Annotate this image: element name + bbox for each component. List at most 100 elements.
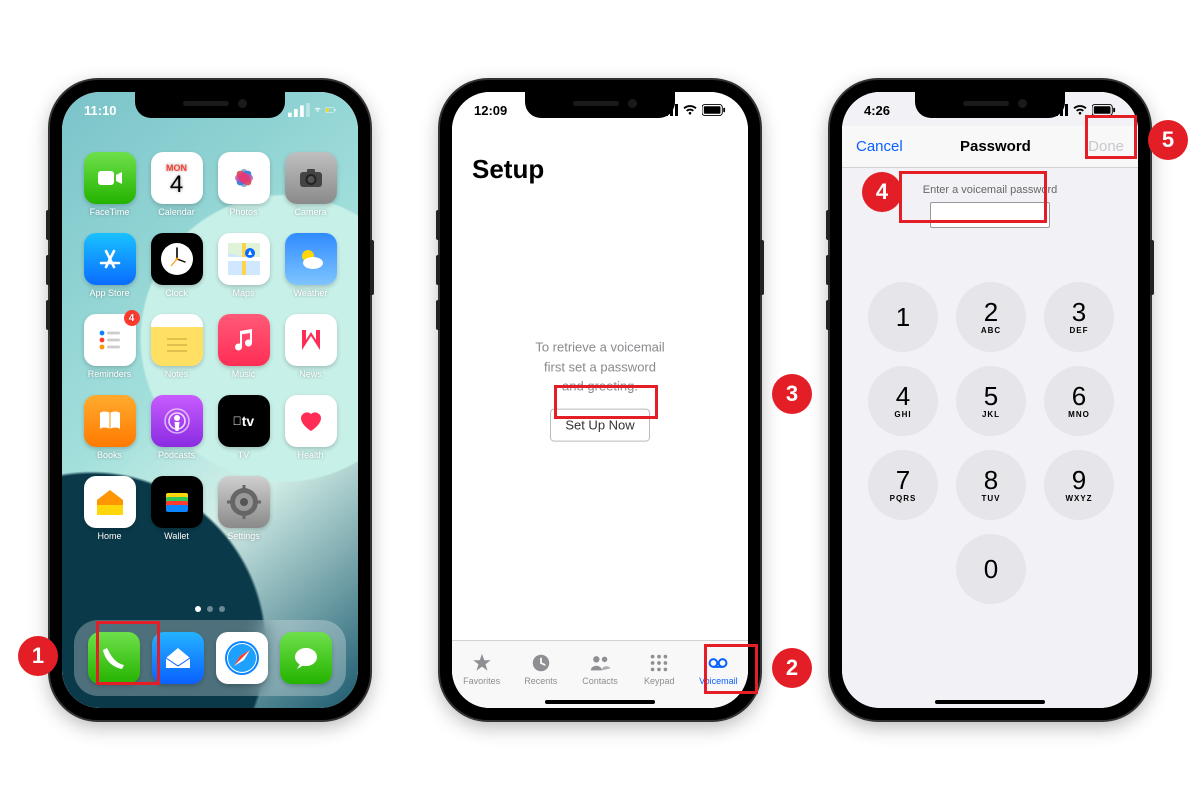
- done-button[interactable]: Done: [1088, 138, 1124, 155]
- app-label: News: [299, 369, 322, 379]
- phone-1-frame: 11:10 FaceTime MON4Calendar Photos Camer…: [50, 80, 370, 720]
- key-3[interactable]: 3DEF: [1044, 282, 1114, 352]
- home-indicator[interactable]: [935, 700, 1045, 704]
- tab-label: Keypad: [644, 676, 675, 686]
- cancel-button[interactable]: Cancel: [856, 138, 903, 155]
- reminders-icon: 4: [84, 314, 136, 366]
- podcasts-icon: [151, 395, 203, 447]
- dock: [74, 620, 346, 696]
- app-facetime[interactable]: FaceTime: [80, 152, 139, 217]
- app-settings[interactable]: Settings: [214, 476, 273, 541]
- tutorial-container: 11:10 FaceTime MON4Calendar Photos Camer…: [0, 0, 1200, 800]
- phone-2-screen: 12:09 Setup To retrieve a voicemail firs…: [452, 92, 748, 708]
- home-app-grid: FaceTime MON4Calendar Photos Camera App …: [62, 152, 358, 541]
- app-tv[interactable]: tvTV: [214, 395, 273, 460]
- battery-icon: [325, 104, 336, 116]
- app-label: Clock: [165, 288, 188, 298]
- dock-safari[interactable]: [216, 632, 268, 684]
- key-empty: [1044, 534, 1114, 604]
- app-label: Maps: [232, 288, 254, 298]
- tab-favorites[interactable]: Favorites: [452, 641, 511, 696]
- app-label: Health: [297, 450, 323, 460]
- app-health[interactable]: Health: [281, 395, 340, 460]
- dock-phone[interactable]: [88, 632, 140, 684]
- app-wallet[interactable]: Wallet: [147, 476, 206, 541]
- app-appstore[interactable]: App Store: [80, 233, 139, 298]
- callout-5: 5: [1148, 120, 1188, 160]
- callout-1: 1: [18, 636, 58, 676]
- app-music[interactable]: Music: [214, 314, 273, 379]
- settings-icon: [218, 476, 270, 528]
- phone-tabbar: Favorites Recents Contacts Keypad Voicem…: [452, 640, 748, 708]
- app-calendar[interactable]: MON4Calendar: [147, 152, 206, 217]
- app-camera[interactable]: Camera: [281, 152, 340, 217]
- key-empty: [868, 534, 938, 604]
- app-weather[interactable]: Weather: [281, 233, 340, 298]
- key-6[interactable]: 6MNO: [1044, 366, 1114, 436]
- tab-keypad[interactable]: Keypad: [630, 641, 689, 696]
- notch: [915, 92, 1065, 118]
- tv-icon: tv: [218, 395, 270, 447]
- dock-mail[interactable]: [152, 632, 204, 684]
- key-9[interactable]: 9WXYZ: [1044, 450, 1114, 520]
- news-icon: [285, 314, 337, 366]
- key-1[interactable]: 1: [868, 282, 938, 352]
- signal-icon: [288, 103, 310, 118]
- password-navbar: Cancel Password Done: [842, 126, 1138, 168]
- setup-message: To retrieve a voicemail first set a pass…: [452, 338, 748, 442]
- app-notes[interactable]: Notes: [147, 314, 206, 379]
- app-label: Books: [97, 450, 122, 460]
- app-photos[interactable]: Photos: [214, 152, 273, 217]
- app-label: Music: [232, 369, 256, 379]
- callout-4: 4: [862, 172, 902, 212]
- app-label: Notes: [165, 369, 189, 379]
- callout-2: 2: [772, 648, 812, 688]
- tab-recents[interactable]: Recents: [511, 641, 570, 696]
- notch: [525, 92, 675, 118]
- app-podcasts[interactable]: Podcasts: [147, 395, 206, 460]
- facetime-icon: [84, 152, 136, 204]
- app-books[interactable]: Books: [80, 395, 139, 460]
- calendar-icon: MON4: [151, 152, 203, 204]
- appstore-icon: [84, 233, 136, 285]
- setup-message-line: To retrieve a voicemail: [492, 338, 708, 358]
- home-icon: [84, 476, 136, 528]
- music-icon: [218, 314, 270, 366]
- key-8[interactable]: 8TUV: [956, 450, 1026, 520]
- tab-contacts[interactable]: Contacts: [570, 641, 629, 696]
- tab-label: Favorites: [463, 676, 500, 686]
- app-label: Home: [97, 531, 121, 541]
- app-home[interactable]: Home: [80, 476, 139, 541]
- key-4[interactable]: 4GHI: [868, 366, 938, 436]
- books-icon: [84, 395, 136, 447]
- app-label: Podcasts: [158, 450, 195, 460]
- key-0[interactable]: 0: [956, 534, 1026, 604]
- health-icon: [285, 395, 337, 447]
- app-clock[interactable]: Clock: [147, 233, 206, 298]
- weather-icon: [285, 233, 337, 285]
- photos-icon: [218, 152, 270, 204]
- number-keypad: 1 2ABC 3DEF 4GHI 5JKL 6MNO 7PQRS 8TUV 9W…: [842, 282, 1138, 604]
- app-label: Reminders: [88, 369, 132, 379]
- page-indicator[interactable]: [62, 606, 358, 612]
- app-maps[interactable]: Maps: [214, 233, 273, 298]
- tab-voicemail[interactable]: Voicemail: [689, 641, 748, 696]
- setup-now-button[interactable]: Set Up Now: [550, 408, 649, 442]
- app-news[interactable]: News: [281, 314, 340, 379]
- key-7[interactable]: 7PQRS: [868, 450, 938, 520]
- key-2[interactable]: 2ABC: [956, 282, 1026, 352]
- setup-message-line: and greeting.: [492, 377, 708, 397]
- phone-1-screen: 11:10 FaceTime MON4Calendar Photos Camer…: [62, 92, 358, 708]
- dock-messages[interactable]: [280, 632, 332, 684]
- app-label: Camera: [294, 207, 326, 217]
- app-label: App Store: [89, 288, 129, 298]
- key-5[interactable]: 5JKL: [956, 366, 1026, 436]
- tab-label: Contacts: [582, 676, 618, 686]
- reminders-badge: 4: [124, 310, 140, 326]
- app-reminders[interactable]: 4 Reminders: [80, 314, 139, 379]
- password-field[interactable]: [930, 202, 1050, 228]
- tab-label: Voicemail: [699, 676, 738, 686]
- setup-title: Setup: [472, 154, 544, 185]
- battery-icon: [1092, 104, 1116, 116]
- home-indicator[interactable]: [545, 700, 655, 704]
